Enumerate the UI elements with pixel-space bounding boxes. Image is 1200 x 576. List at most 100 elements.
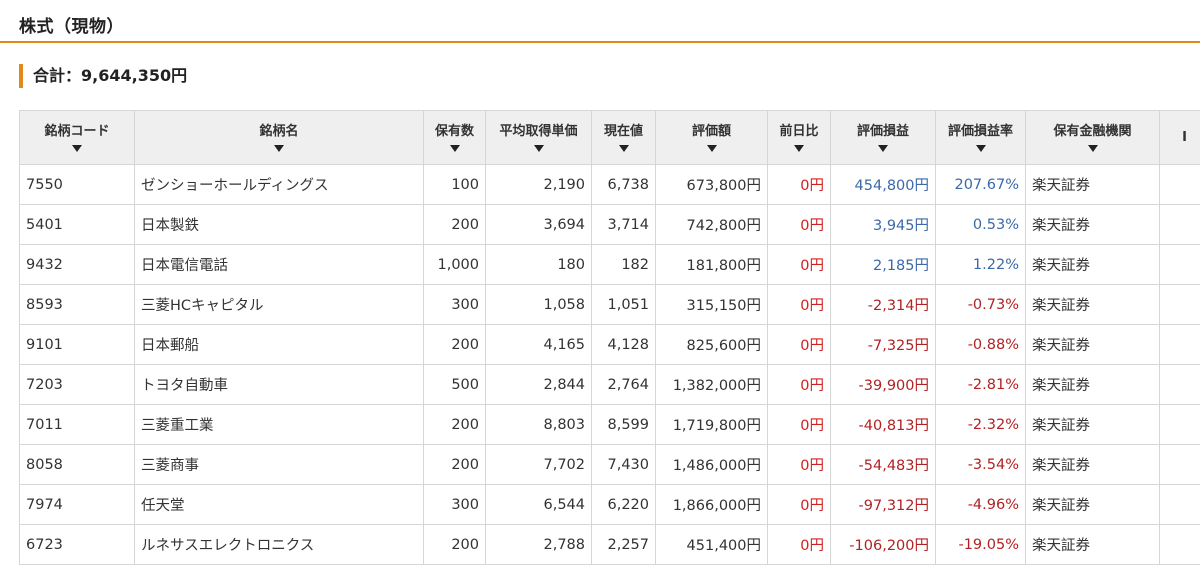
col-header-shares[interactable]: 保有数 [423,110,486,165]
cell-day-change: 0円 [767,244,831,285]
cell-pl: 3,945円 [830,204,936,245]
cell-price: 3,714 [591,204,656,245]
cell-pl: -97,312円 [830,484,936,525]
cell-day-change: 0円 [767,364,831,405]
col-header-avg-cost[interactable]: 平均取得単価 [485,110,592,165]
cell-pl: 2,185円 [830,244,936,285]
cell-code: 7011 [19,404,135,445]
table-row: 5401 日本製鉄 200 3,694 3,714 742,800円 0円 3,945円 0.5… [19,204,1200,245]
col-header-price[interactable]: 現在値 [591,110,656,165]
cell-price: 6,738 [591,164,656,205]
cell-avg-cost: 3,694 [485,204,592,245]
cell-value: 673,800円 [655,164,768,205]
cell-pl-rate: 0.53% [935,204,1026,245]
cell-extra [1159,524,1200,565]
cell-broker: 楽天証券 [1025,404,1160,445]
table-row: 7550 ゼンショーホールディングス 100 2,190 6,738 673,800円 0円… [19,164,1200,205]
cell-extra [1159,484,1200,525]
cell-broker: 楽天証券 [1025,204,1160,245]
cell-name: 日本製鉄 [134,204,424,245]
cell-shares: 200 [423,444,486,485]
sort-desc-icon [878,145,888,152]
cell-code: 8058 [19,444,135,485]
cell-name: 三菱HCキャピタル [134,284,424,325]
sort-desc-icon [449,145,460,152]
col-header-name[interactable]: 銘柄名 [134,110,424,165]
cell-day-change: 0円 [767,404,831,445]
cell-pl: -2,314円 [830,284,936,325]
holdings-table: 銘柄コード 銘柄名 保有数 平均取得単価 現在値 評価額 前日比 評価損益 評価… [19,110,1200,565]
cell-price: 8,599 [591,404,656,445]
cell-pl-rate: -4.96% [935,484,1026,525]
table-row: 7011 三菱重工業 200 8,803 8,599 1,719,800円 0円 -40,81… [19,404,1200,445]
cell-day-change: 0円 [767,524,831,565]
cell-value: 315,150円 [655,284,768,325]
cell-pl: -7,325円 [830,324,936,365]
cell-extra [1159,164,1200,205]
cell-pl-rate: -0.88% [935,324,1026,365]
cell-day-change: 0円 [767,204,831,245]
cell-day-change: 0円 [767,484,831,525]
cell-name: 任天堂 [134,484,424,525]
cell-avg-cost: 1,058 [485,284,592,325]
cell-extra [1159,444,1200,485]
table-row: 7203 トヨタ自動車 500 2,844 2,764 1,382,000円 0円 -39,9… [19,364,1200,405]
cell-name: 日本郵船 [134,324,424,365]
cell-pl: 454,800円 [830,164,936,205]
cell-value: 825,600円 [655,324,768,365]
table-row: 6723 ルネサスエレクトロニクス 200 2,788 2,257 451,400円 0円 -… [19,524,1200,565]
cell-name: 三菱重工業 [134,404,424,445]
col-header-pl-rate[interactable]: 評価損益率 [935,110,1026,165]
cell-extra [1159,364,1200,405]
cell-broker: 楽天証券 [1025,284,1160,325]
cell-code: 9432 [19,244,135,285]
cell-shares: 500 [423,364,486,405]
cell-name: 日本電信電話 [134,244,424,285]
col-header-extra[interactable]: I [1159,110,1200,165]
cell-extra [1159,404,1200,445]
cell-name: ルネサスエレクトロニクス [134,524,424,565]
cell-code: 6723 [19,524,135,565]
cell-shares: 200 [423,524,486,565]
cell-pl-rate: -19.05% [935,524,1026,565]
cell-code: 5401 [19,204,135,245]
sort-desc-icon [618,145,629,152]
table-row: 9432 日本電信電話 1,000 180 182 181,800円 0円 2,185円 1.2… [19,244,1200,285]
cell-shares: 200 [423,204,486,245]
cell-pl: -39,900円 [830,364,936,405]
total-amount: 合計：9,644,350円 [19,64,187,88]
col-header-day-change[interactable]: 前日比 [767,110,831,165]
table-row: 7974 任天堂 300 6,544 6,220 1,866,000円 0円 -97,312円… [19,484,1200,525]
col-header-code[interactable]: 銘柄コード [19,110,135,165]
col-header-value[interactable]: 評価額 [655,110,768,165]
col-header-broker[interactable]: 保有金融機関 [1025,110,1160,165]
cell-extra [1159,244,1200,285]
cell-broker: 楽天証券 [1025,524,1160,565]
cell-shares: 200 [423,324,486,365]
cell-day-change: 0円 [767,324,831,365]
cell-price: 2,257 [591,524,656,565]
cell-pl: -40,813円 [830,404,936,445]
cell-price: 4,128 [591,324,656,365]
cell-avg-cost: 2,844 [485,364,592,405]
cell-shares: 1,000 [423,244,486,285]
cell-name: トヨタ自動車 [134,364,424,405]
cell-extra [1159,284,1200,325]
cell-code: 7203 [19,364,135,405]
cell-pl-rate: 207.67% [935,164,1026,205]
cell-broker: 楽天証券 [1025,484,1160,525]
cell-shares: 100 [423,164,486,205]
cell-shares: 300 [423,284,486,325]
cell-value: 1,486,000円 [655,444,768,485]
cell-avg-cost: 6,544 [485,484,592,525]
col-header-pl[interactable]: 評価損益 [830,110,936,165]
cell-pl-rate: -0.73% [935,284,1026,325]
cell-day-change: 0円 [767,284,831,325]
table-row: 8058 三菱商事 200 7,702 7,430 1,486,000円 0円 -54,483… [19,444,1200,485]
cell-pl-rate: -2.32% [935,404,1026,445]
cell-code: 8593 [19,284,135,325]
cell-shares: 200 [423,404,486,445]
cell-value: 742,800円 [655,204,768,245]
cell-value: 1,866,000円 [655,484,768,525]
cell-day-change: 0円 [767,164,831,205]
